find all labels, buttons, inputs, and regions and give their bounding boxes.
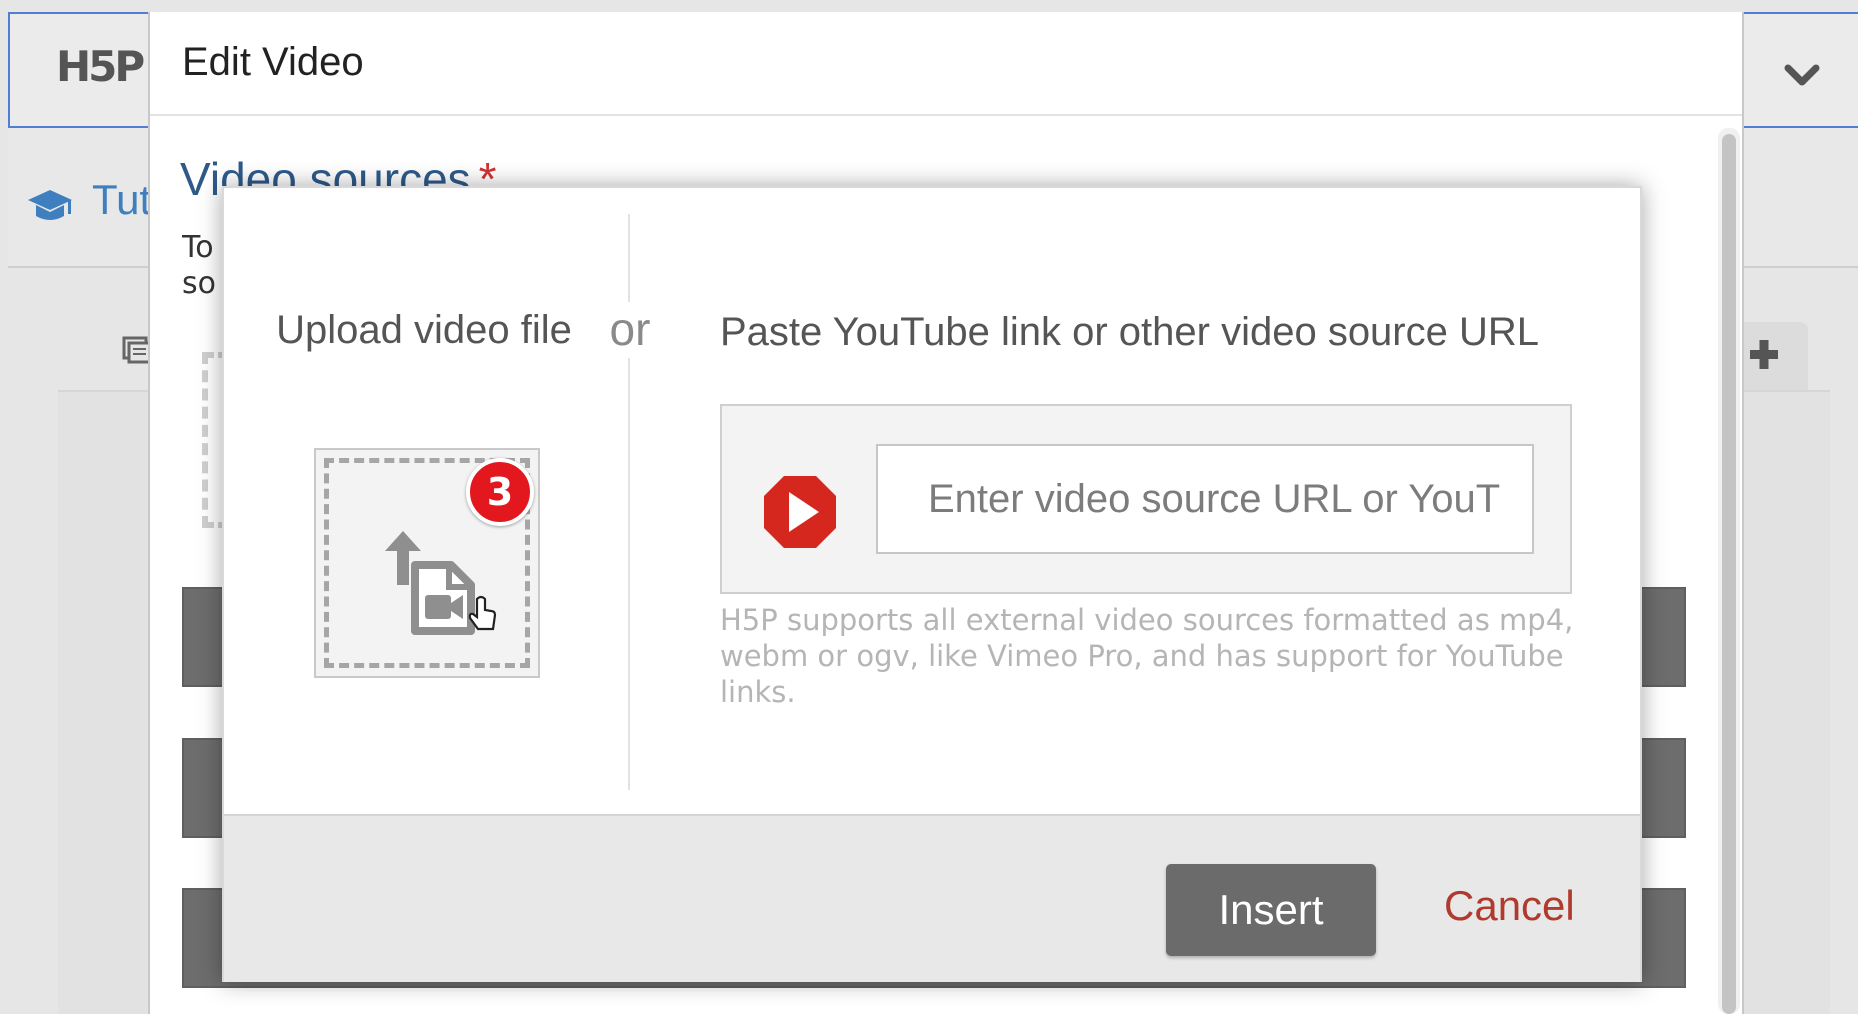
url-input-panel: [720, 404, 1572, 594]
chevron-down-icon[interactable]: [1782, 56, 1822, 96]
plus-icon: [1750, 340, 1778, 369]
section-description: To so: [182, 230, 222, 302]
insert-button[interactable]: Insert: [1166, 864, 1376, 956]
description-line: To: [182, 230, 214, 265]
add-video-source-modal: or Upload video file 3 Paste YouTube lin…: [222, 186, 1642, 982]
scrollbar-thumb[interactable]: [1722, 134, 1736, 1014]
nav-item-label[interactable]: Tut: [92, 176, 151, 224]
h5p-logo: H5P: [56, 42, 145, 91]
cancel-button[interactable]: Cancel: [1444, 882, 1575, 930]
url-help-text: H5P supports all external video sources …: [720, 603, 1574, 709]
video-file-upload-icon: [385, 531, 497, 635]
modal-divider: [628, 214, 630, 790]
notification-badge: 3: [466, 458, 534, 526]
upload-video-title: Upload video file: [276, 308, 572, 352]
add-tab-button[interactable]: [1734, 322, 1808, 390]
dialog-title: Edit Video: [182, 40, 364, 84]
video-url-input[interactable]: [876, 444, 1534, 554]
graduation-cap-icon: [28, 190, 72, 220]
modal-footer: Insert Cancel: [224, 814, 1640, 982]
paste-url-title: Paste YouTube link or other video source…: [720, 310, 1540, 354]
youtube-play-icon: [764, 476, 836, 548]
description-line: so: [182, 266, 216, 301]
or-separator: or: [596, 302, 664, 358]
edit-video-header: Edit Video: [150, 12, 1742, 116]
